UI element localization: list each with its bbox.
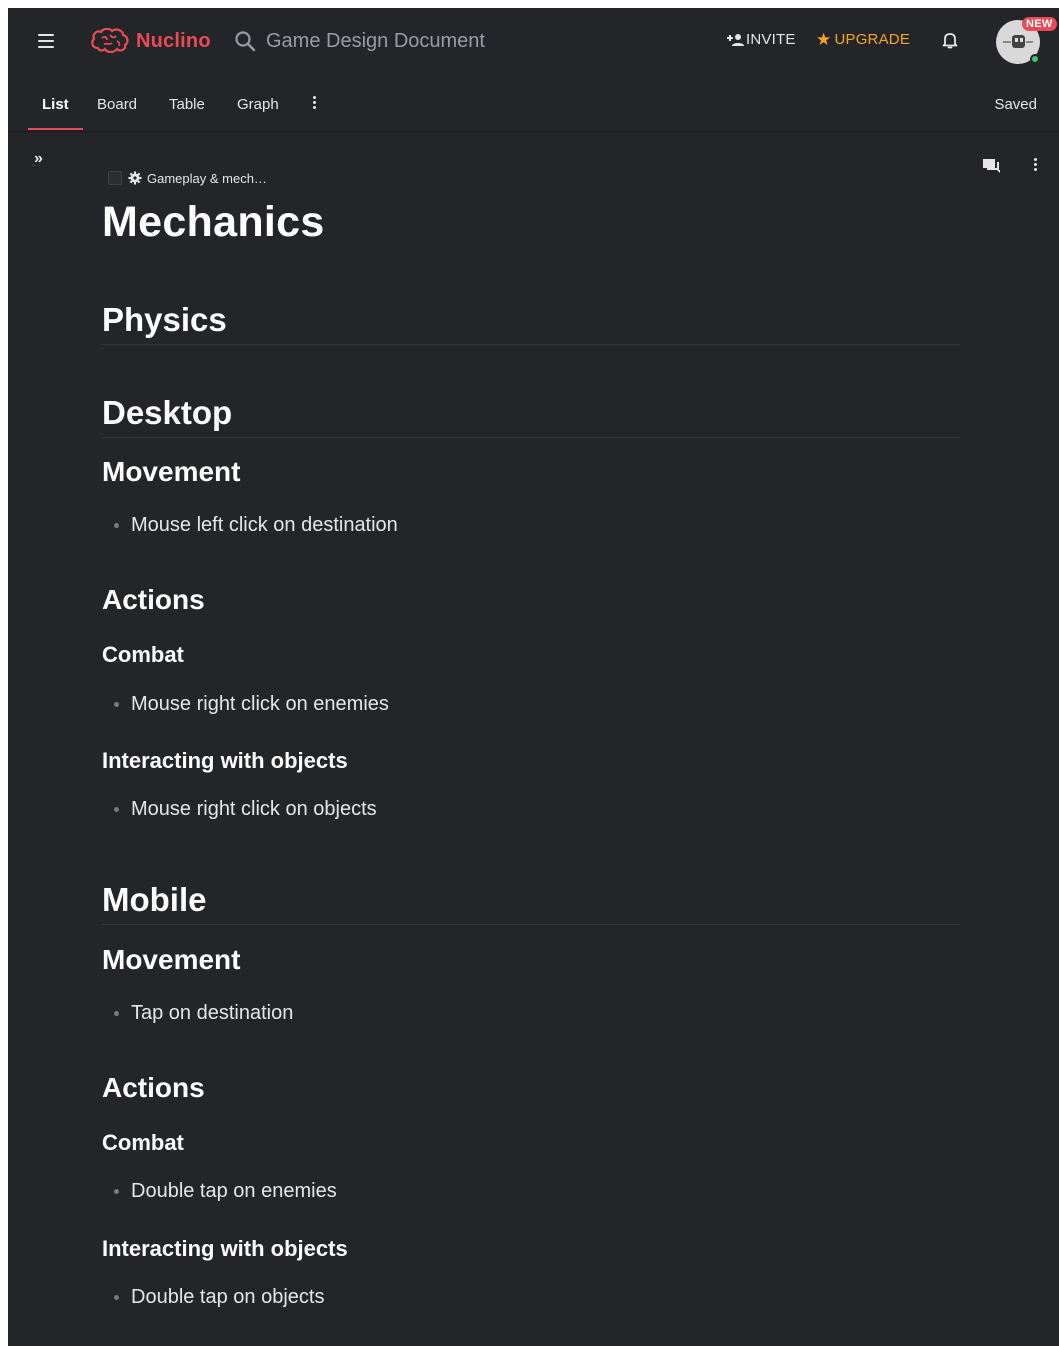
upgrade-label: UPGRADE (834, 31, 911, 48)
heading-mobile-combat[interactable]: Combat (102, 1129, 184, 1157)
breadcrumb-checkbox[interactable] (108, 171, 122, 185)
star-icon: ★ (816, 30, 832, 49)
gear-icon (128, 171, 142, 185)
tab-table[interactable]: Table (169, 96, 205, 113)
user-avatar-button[interactable]: NEW (996, 17, 1057, 66)
app-window: Nuclino Game Design Document INVITE ★ UP… (8, 8, 1059, 1346)
add-person-icon (727, 33, 744, 46)
active-tab-indicator (28, 128, 83, 130)
tab-list[interactable]: List (42, 96, 69, 113)
upgrade-button[interactable]: ★ UPGRADE (816, 31, 910, 48)
save-status: Saved (994, 96, 1037, 113)
heading-desktop-movement[interactable]: Movement (102, 455, 240, 489)
list-item[interactable]: Double tap on enemies (102, 1178, 337, 1204)
bullet-dot (114, 522, 119, 528)
document-body: Gameplay & mech… Mechanics (102, 168, 960, 248)
new-badge: NEW (1022, 17, 1057, 31)
brain-logo-icon (91, 28, 129, 54)
search-field[interactable]: Game Design Document (234, 28, 485, 54)
avatar-image (1003, 35, 1033, 48)
logo[interactable]: Nuclino (90, 28, 211, 54)
list-item[interactable]: Mouse right click on enemies (102, 691, 389, 717)
list-item-text: Mouse right click on enemies (131, 693, 389, 715)
list-item-text: Tap on destination (131, 1002, 294, 1024)
list-item-text: Double tap on enemies (131, 1180, 337, 1202)
view-tabs: List Board Table Graph Saved (8, 82, 1059, 132)
list-item[interactable]: Double tap on objects (102, 1284, 324, 1310)
heading-mobile[interactable]: Mobile (102, 880, 960, 925)
document-more-icon[interactable] (1032, 158, 1038, 174)
bell-icon[interactable] (940, 30, 960, 50)
list-item[interactable]: Tap on destination (102, 1000, 293, 1026)
bullet-dot (114, 1010, 119, 1016)
tab-graph[interactable]: Graph (237, 96, 279, 113)
breadcrumb-label: Gameplay & mech… (147, 170, 267, 186)
bullet-dot (114, 1294, 119, 1300)
bullet-dot (114, 701, 119, 707)
list-item-text: Mouse left click on destination (131, 514, 398, 536)
breadcrumb: Gameplay & mech… (108, 168, 960, 188)
expand-sidebar-icon[interactable]: » (34, 150, 43, 168)
heading-desktop[interactable]: Desktop (102, 393, 960, 438)
list-item[interactable]: Mouse right click on objects (102, 796, 377, 822)
breadcrumb-link[interactable]: Gameplay & mech… (128, 171, 267, 186)
heading-physics[interactable]: Physics (102, 300, 960, 345)
page-title[interactable]: Mechanics (102, 196, 960, 248)
invite-button[interactable]: INVITE (726, 31, 796, 48)
heading-desktop-combat[interactable]: Combat (102, 641, 184, 669)
menu-icon[interactable] (38, 34, 56, 48)
comments-icon[interactable] (983, 158, 1001, 174)
list-item-text: Double tap on objects (131, 1286, 325, 1308)
bullet-dot (114, 806, 119, 812)
online-status-dot (1030, 54, 1040, 64)
heading-mobile-movement[interactable]: Movement (102, 943, 240, 977)
heading-mobile-interacting[interactable]: Interacting with objects (102, 1235, 348, 1263)
search-text: Game Design Document (266, 29, 485, 52)
top-bar: Nuclino Game Design Document INVITE ★ UP… (8, 8, 1059, 74)
tab-board[interactable]: Board (97, 96, 137, 113)
heading-mobile-actions[interactable]: Actions (102, 1071, 205, 1105)
heading-desktop-interacting[interactable]: Interacting with objects (102, 747, 348, 775)
invite-label: INVITE (746, 31, 796, 48)
list-item-text: Mouse right click on objects (131, 798, 377, 820)
list-item[interactable]: Mouse left click on destination (102, 512, 398, 538)
heading-desktop-actions[interactable]: Actions (102, 583, 205, 617)
bullet-dot (114, 1188, 119, 1194)
tabs-more-icon[interactable] (310, 96, 318, 112)
search-icon (235, 31, 256, 52)
brand-name: Nuclino (136, 29, 211, 52)
